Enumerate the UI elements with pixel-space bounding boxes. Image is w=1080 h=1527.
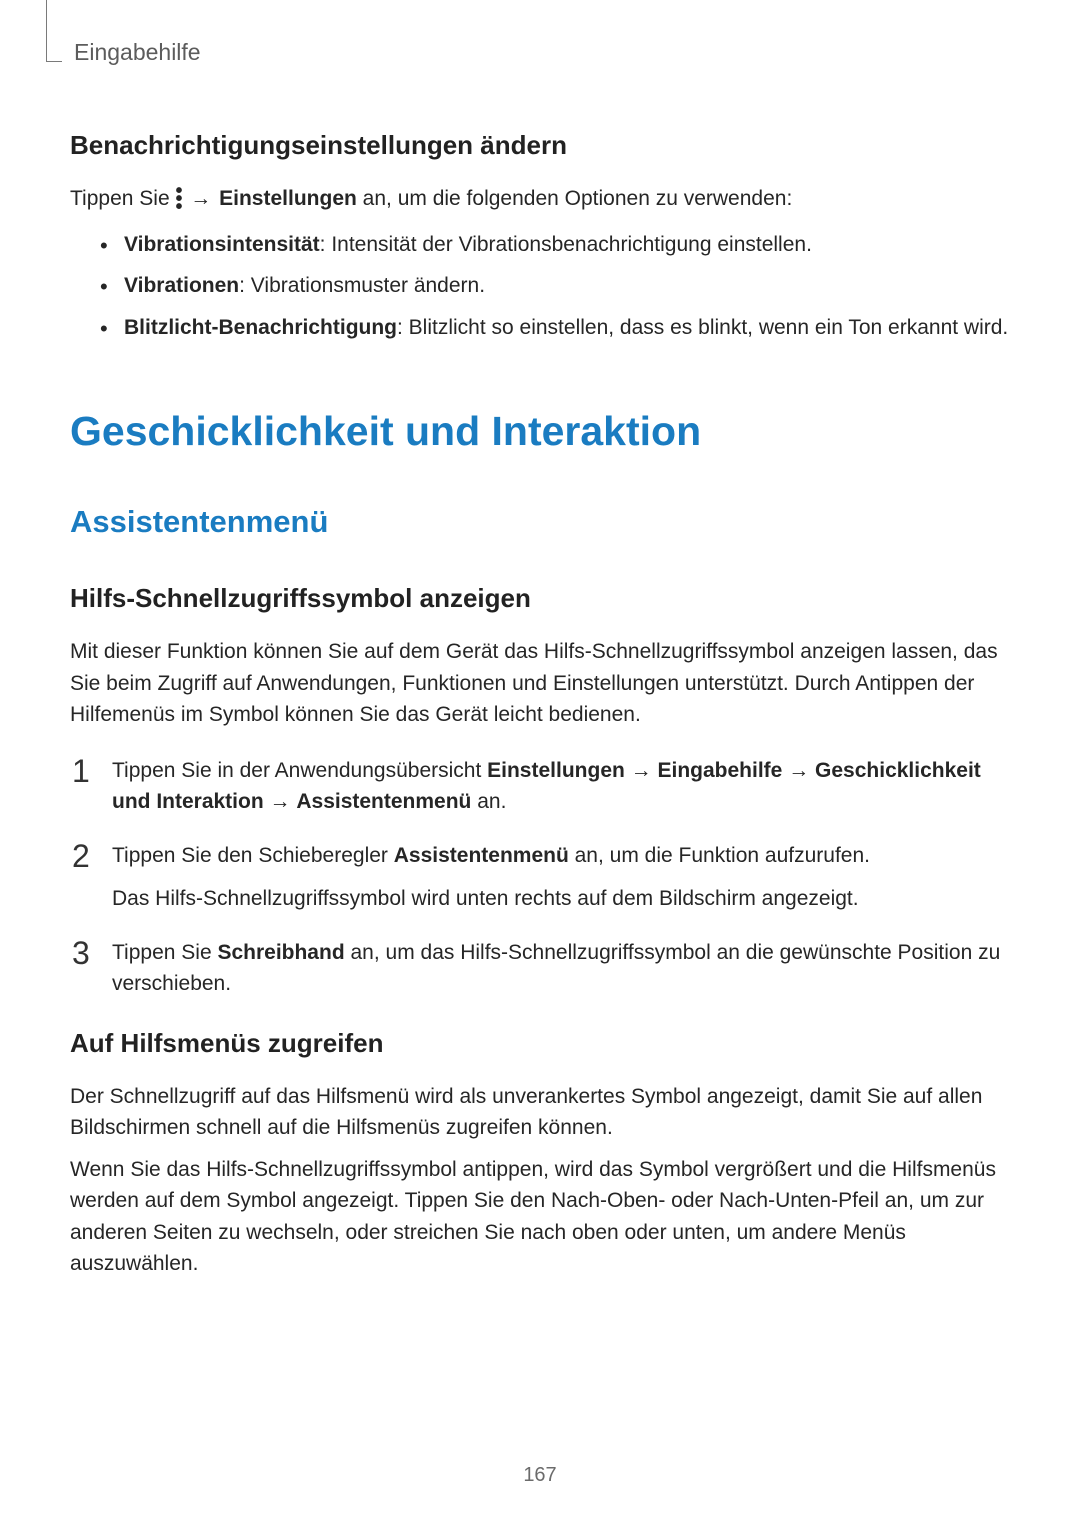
intro-pre: Tippen Sie — [70, 187, 175, 210]
step-body: Tippen Sie Schreibhand an, um das Hilfs-… — [112, 937, 1010, 1000]
intro-bold: Einstellungen — [219, 187, 357, 210]
t: Tippen Sie den Schieberegler — [112, 844, 394, 867]
t: → — [782, 759, 815, 782]
step-number: 2 — [70, 840, 112, 874]
bullet-list: Vibrationsintensität: Intensität der Vib… — [100, 229, 1010, 344]
intro-paragraph: Tippen Sie ••• → Einstellungen an, um di… — [70, 183, 1010, 215]
step-body: Tippen Sie in der Anwendungsübersicht Ei… — [112, 755, 1010, 818]
page-content: Benachrichtigungseinstellungen ändern Ti… — [70, 126, 1010, 1280]
step-number: 1 — [70, 755, 112, 789]
b: Assistentenmenü — [394, 844, 569, 867]
paragraph-access-1: Der Schnellzugriff auf das Hilfsmenü wir… — [70, 1081, 1010, 1144]
t: an, um die Funktion aufzurufen. — [569, 844, 870, 867]
step-body: Tippen Sie den Schieberegler Assistenten… — [112, 840, 1010, 915]
bullet-bold: Blitzlicht-Benachrichtigung — [124, 316, 397, 339]
bullet-item: Vibrationsintensität: Intensität der Vib… — [100, 229, 1010, 261]
b: Eingabehilfe — [658, 759, 783, 782]
arrow-text: → — [182, 187, 219, 210]
t: → — [264, 790, 297, 813]
step-text: Tippen Sie den Schieberegler Assistenten… — [112, 840, 1010, 872]
step-2: 2 Tippen Sie den Schieberegler Assistent… — [70, 840, 1010, 915]
page-number: 167 — [0, 1464, 1080, 1487]
breadcrumb: Eingabehilfe — [74, 39, 201, 66]
bullet-text: : Vibrationsmuster ändern. — [239, 274, 485, 297]
t: an. — [471, 790, 506, 813]
step-3: 3 Tippen Sie Schreibhand an, um das Hilf… — [70, 937, 1010, 1000]
heading-access-help-menus: Auf Hilfsmenüs zugreifen — [70, 1024, 1010, 1063]
heading-notification-settings: Benachrichtigungseinstellungen ändern — [70, 126, 1010, 165]
b: Einstellungen — [487, 759, 625, 782]
step-1: 1 Tippen Sie in der Anwendungsübersicht … — [70, 755, 1010, 818]
paragraph-shortcut-desc: Mit dieser Funktion können Sie auf dem G… — [70, 636, 1010, 731]
bullet-item: Vibrationen: Vibrationsmuster ändern. — [100, 270, 1010, 302]
steps-list: 1 Tippen Sie in der Anwendungsübersicht … — [70, 755, 1010, 1000]
step-text: Tippen Sie Schreibhand an, um das Hilfs-… — [112, 937, 1010, 1000]
page-header: Eingabehilfe — [70, 34, 1010, 82]
heading-dexterity-interaction: Geschicklichkeit und Interaktion — [70, 401, 1010, 463]
bullet-bold: Vibrationen — [124, 274, 239, 297]
page: Eingabehilfe Benachrichtigungseinstellun… — [0, 0, 1080, 1527]
header-rule-horizontal — [46, 61, 62, 62]
heading-assistant-menu: Assistentenmenü — [70, 499, 1010, 546]
step-number: 3 — [70, 937, 112, 971]
step-text-2: Das Hilfs-Schnellzugriffssymbol wird unt… — [112, 883, 1010, 915]
header-rule-vertical — [46, 0, 47, 62]
t: Tippen Sie in der Anwendungsübersicht — [112, 759, 487, 782]
t: Tippen Sie — [112, 941, 217, 964]
t: → — [625, 759, 658, 782]
paragraph-access-2: Wenn Sie das Hilfs-Schnellzugriffssymbol… — [70, 1154, 1010, 1280]
bullet-item: Blitzlicht-Benachrichtigung: Blitzlicht … — [100, 312, 1010, 344]
heading-show-shortcut: Hilfs-Schnellzugriffssymbol anzeigen — [70, 579, 1010, 618]
b: Schreibhand — [217, 941, 344, 964]
b: Assistentenmenü — [296, 790, 471, 813]
step-text: Tippen Sie in der Anwendungsübersicht Ei… — [112, 755, 1010, 818]
intro-post: an, um die folgenden Optionen zu verwend… — [357, 187, 792, 210]
bullet-text: : Blitzlicht so einstellen, dass es blin… — [397, 316, 1008, 339]
bullet-text: : Intensität der Vibrationsbenachrichtig… — [320, 233, 812, 256]
bullet-bold: Vibrationsintensität — [124, 233, 320, 256]
